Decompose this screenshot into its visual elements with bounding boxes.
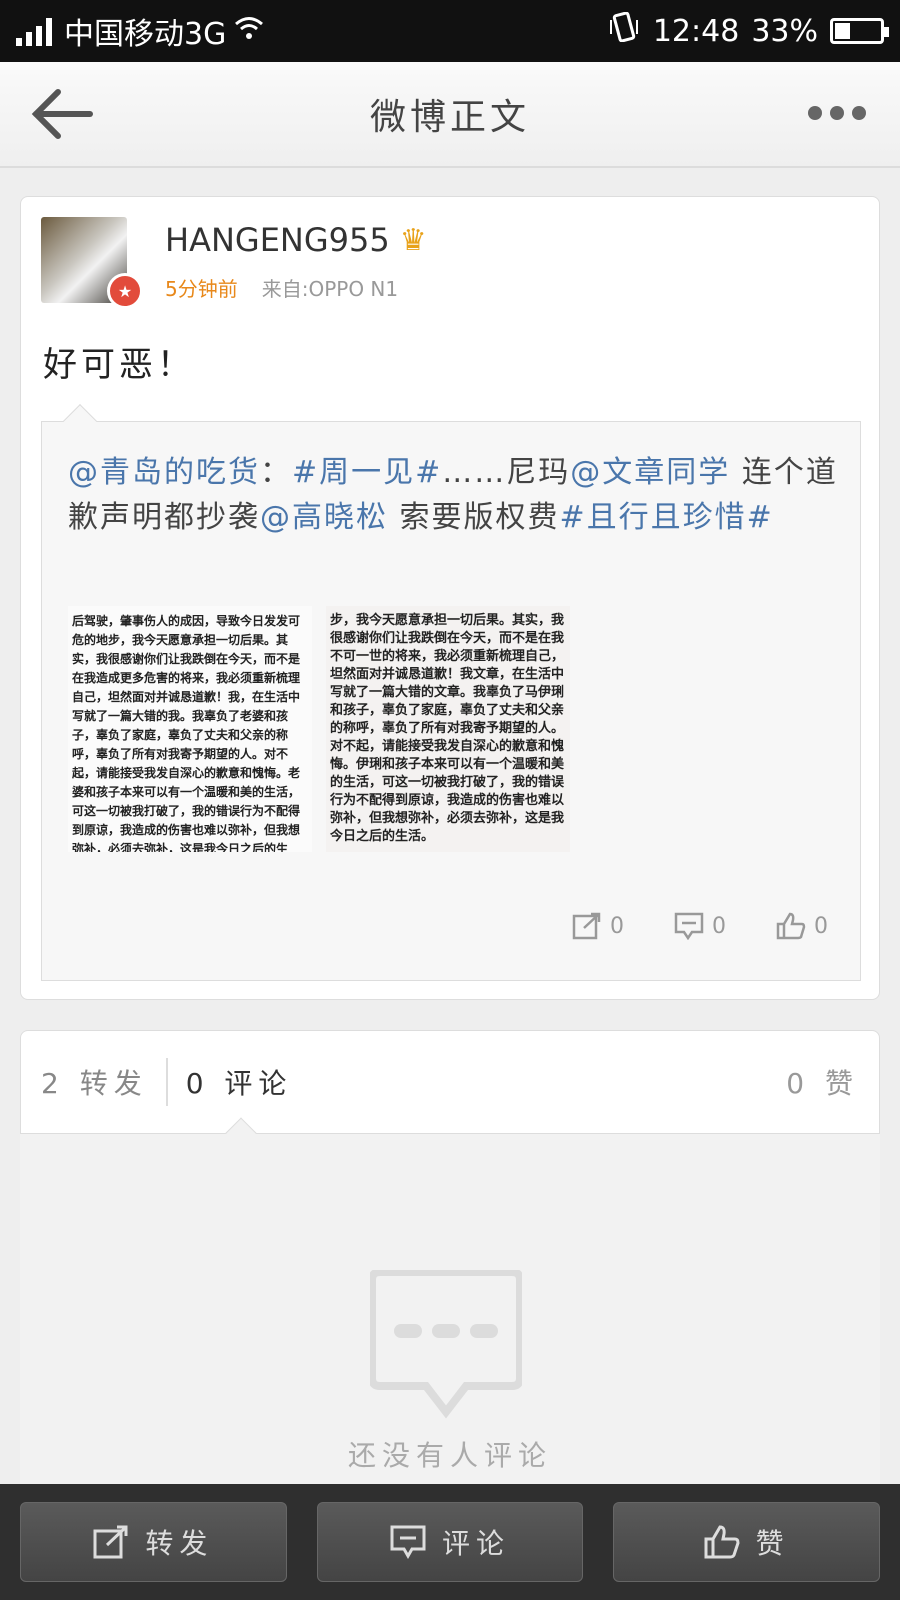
page-title: 微博正文 [369, 97, 530, 138]
bottom-action-bar: 转发 评论 赞 [0, 1484, 900, 1600]
more-options-button[interactable] [808, 106, 866, 120]
signal-icon [16, 16, 52, 46]
back-button[interactable] [28, 84, 98, 144]
post-source: 来自:OPPO N1 [261, 277, 399, 301]
repost-pointer [63, 404, 97, 438]
verified-star-icon: ★ [107, 273, 143, 309]
repost-button-label: 转发 [145, 1527, 214, 1560]
thumbs-up-icon [776, 912, 806, 940]
comment-button[interactable]: 评论 [316, 1502, 584, 1582]
thumbs-up-icon [704, 1525, 740, 1559]
interaction-tabs: 2 转发 0 评论 0 赞 [20, 1030, 880, 1134]
repost-button[interactable]: 转发 [20, 1502, 287, 1582]
battery-percent: 33% [751, 13, 818, 49]
tab-reposts[interactable]: 2 转发 [41, 1062, 148, 1102]
more-dots-icon [808, 106, 822, 120]
empty-comments-text: 还没有人评论 [347, 1439, 552, 1472]
tab-likes[interactable]: 0 赞 [786, 1062, 859, 1102]
back-arrow-icon [31, 89, 93, 139]
text-fragment: ： [260, 455, 292, 490]
post-image[interactable]: 后驾驶，肇事伤人的成因，导致今日发发可危的地步，我今天愿意承担一切后果。其实，我… [68, 606, 312, 852]
like-count-button[interactable]: 0 [776, 912, 828, 940]
username-row: HANGENG955 ♛ [165, 221, 427, 259]
comment-count: 0 [712, 913, 726, 939]
title-bar: 微博正文 [0, 62, 900, 168]
post-card: ★ HANGENG955 ♛ 5分钟前 来自:OPPO N1 好可恶！ @青岛的… [20, 196, 880, 1000]
image-grid: 后驾驶，肇事伤人的成因，导致今日发发可危的地步，我今天愿意承担一切后果。其实，我… [68, 606, 570, 852]
topic-link[interactable]: #周一见# [292, 455, 442, 490]
post-text: 好可恶！ [43, 345, 195, 385]
mention-link[interactable]: @青岛的吃货 [68, 455, 260, 490]
crown-icon: ♛ [399, 222, 427, 258]
topic-link[interactable]: #且行且珍惜# [560, 500, 774, 535]
repost-icon [572, 912, 601, 940]
carrier-label: 中国移动3G [64, 17, 227, 52]
repost-text: @青岛的吃货：#周一见#……尼玛@文章同学 连个道歉声明都抄袭@高晓松 索要版权… [68, 450, 838, 540]
repost-actions: 0 0 0 [572, 912, 828, 940]
comment-bubble-icon [370, 1270, 522, 1419]
tab-comments[interactable]: 0 评论 [186, 1062, 293, 1102]
text-fragment: 索要版权费 [388, 500, 560, 535]
repost-icon [93, 1525, 128, 1559]
like-button[interactable]: 赞 [613, 1502, 881, 1582]
comments-empty-state: 还没有人评论 [20, 1134, 880, 1484]
comment-icon [390, 1525, 426, 1559]
mention-link[interactable]: @高晓松 [260, 500, 388, 535]
reposted-weibo[interactable]: @青岛的吃货：#周一见#……尼玛@文章同学 连个道歉声明都抄袭@高晓松 索要版权… [41, 404, 861, 981]
comment-icon [674, 912, 704, 940]
post-image[interactable]: 步，我今天愿意承担一切后果。其实，我很感谢你们让我跌倒在今天，而不是在我不可一世… [326, 606, 570, 852]
mention-link[interactable]: @文章同学 [570, 455, 730, 490]
like-button-label: 赞 [755, 1527, 790, 1560]
battery-icon [830, 18, 889, 44]
vibrate-icon [607, 11, 641, 50]
repost-count-button[interactable]: 0 [572, 912, 624, 940]
username[interactable]: HANGENG955 [165, 221, 390, 259]
comment-count-button[interactable]: 0 [674, 912, 726, 940]
text-fragment: ……尼玛 [442, 455, 571, 490]
wifi-icon [234, 15, 264, 48]
like-count: 0 [814, 913, 828, 939]
status-bar: 中国移动3G 12:48 33% [0, 0, 900, 62]
clock: 12:48 [652, 13, 740, 49]
post-time: 5分钟前 [165, 277, 238, 301]
comment-button-label: 评论 [442, 1527, 511, 1560]
repost-count: 0 [610, 913, 624, 939]
post-meta: 5分钟前 来自:OPPO N1 [165, 273, 398, 302]
tab-divider [165, 1058, 168, 1106]
